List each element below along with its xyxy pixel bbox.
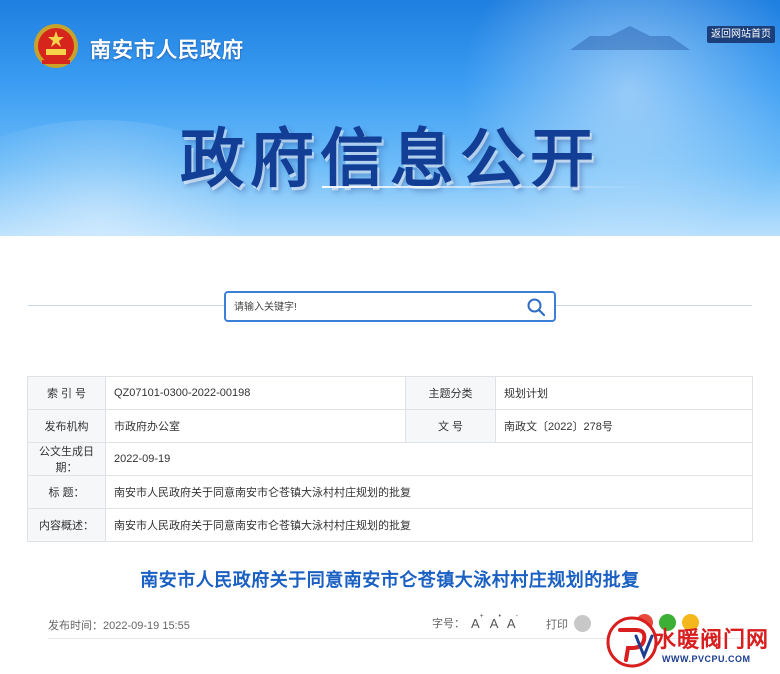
font-size-small-button[interactable]: A-: [507, 613, 518, 630]
divider: [28, 305, 224, 306]
value-category: 规划计划: [495, 376, 753, 410]
national-emblem-icon: [34, 24, 78, 68]
building-silhouette-icon: [570, 26, 690, 50]
printer-icon[interactable]: [574, 615, 591, 632]
table-row: 标 题： 南安市人民政府关于同意南安市仑苍镇大泳村村庄规划的批复: [27, 475, 753, 509]
publish-time: 发布时间：2022-09-19 15:55: [48, 620, 190, 632]
value-title: 南安市人民政府关于同意南安市仑苍镇大泳村村庄规划的批复: [105, 475, 753, 509]
value-publisher: 市政府办公室: [105, 409, 406, 443]
value-doc-number: 南政文〔2022〕278号: [495, 409, 753, 443]
label-index: 索 引 号: [27, 376, 106, 410]
label-doc-number: 文 号: [405, 409, 496, 443]
value-index: QZ07101-0300-2022-00198: [105, 376, 406, 410]
label-summary: 内容概述：: [27, 508, 106, 542]
value-date: 2022-09-19: [105, 442, 753, 476]
banner-underline: [322, 186, 648, 188]
value-summary: 南安市人民政府关于同意南安市仑苍镇大泳村村庄规划的批复: [105, 508, 753, 542]
home-link[interactable]: 返回网站首页: [707, 26, 775, 43]
article-title: 南安市人民政府关于同意南安市仑苍镇大泳村村庄规划的批复: [140, 570, 640, 590]
watermark-url: WWW.PVCPU.COM: [662, 654, 751, 664]
font-size-control: 字号： A+ A• A-: [432, 613, 518, 631]
search-box: [224, 291, 556, 322]
watermark-text: 水暖阀门网: [654, 627, 770, 652]
table-row: 发布机构 市政府办公室 文 号 南政文〔2022〕278号: [27, 409, 753, 443]
label-date: 公文生成日期：: [27, 442, 106, 476]
search-input[interactable]: [234, 298, 514, 316]
font-size-medium-button[interactable]: A•: [490, 613, 501, 630]
label-category: 主题分类: [405, 376, 496, 410]
table-row: 索 引 号 QZ07101-0300-2022-00198 主题分类 规划计划: [27, 376, 753, 410]
font-size-label: 字号：: [432, 618, 465, 630]
table-row: 公文生成日期： 2022-09-19: [27, 442, 753, 476]
label-title: 标 题：: [27, 475, 106, 509]
header-banner: 南安市人民政府 返回网站首页 政府信息公开: [0, 0, 780, 236]
info-table: 索 引 号 QZ07101-0300-2022-00198 主题分类 规划计划 …: [27, 376, 753, 542]
print-control[interactable]: 打印: [546, 615, 591, 632]
label-publisher: 发布机构: [27, 409, 106, 443]
font-size-large-button[interactable]: A+: [471, 613, 484, 630]
table-row: 内容概述： 南安市人民政府关于同意南安市仑苍镇大泳村村庄规划的批复: [27, 508, 753, 542]
divider: [556, 305, 752, 306]
search-icon[interactable]: [526, 297, 546, 317]
site-name[interactable]: 南安市人民政府: [90, 34, 244, 64]
print-label[interactable]: 打印: [546, 616, 568, 632]
